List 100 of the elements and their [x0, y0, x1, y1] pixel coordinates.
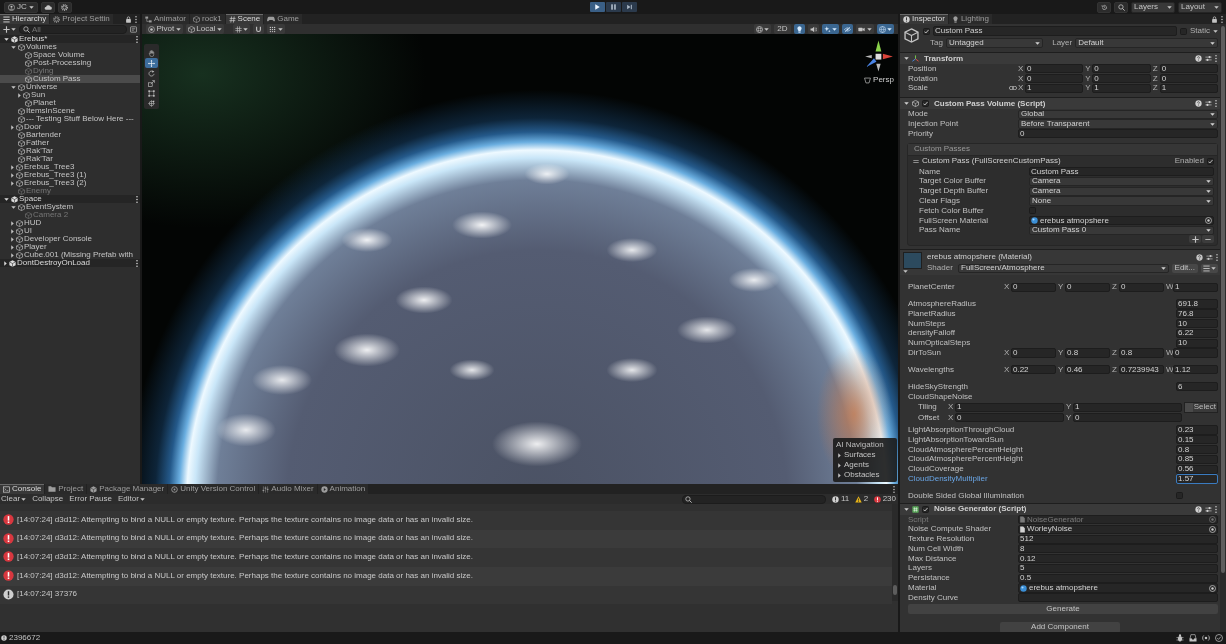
log-entry[interactable]: [14:07:24] d3d12: Attempting to bind a NULL or empty texture. Perhaps the texture contains no image data or has an invalid size. — [0, 511, 892, 530]
settings-button[interactable] — [57, 1, 72, 13]
tree-item[interactable]: Sun — [0, 91, 140, 99]
value-field[interactable]: 0 — [1065, 282, 1110, 292]
tree-item[interactable]: Planet — [0, 99, 140, 107]
tree-item[interactable]: ItemsInScene — [0, 107, 140, 115]
audio-toggle[interactable] — [807, 24, 819, 34]
value-field[interactable]: Custom Pass — [1029, 167, 1214, 177]
panel-tab[interactable]: Animation — [317, 484, 369, 494]
foldout-arrow-icon[interactable] — [11, 220, 14, 226]
scroll-thumb[interactable] — [893, 585, 897, 595]
foldout-arrow-icon[interactable] — [11, 172, 14, 178]
foldout-arrow-icon[interactable] — [11, 124, 14, 130]
lock-icon[interactable] — [1211, 15, 1218, 23]
tree-item[interactable]: Erebus_Tree3 (1) — [0, 171, 140, 179]
tree-item[interactable]: Rak'Tar — [0, 147, 140, 155]
lock-icon[interactable] — [125, 15, 132, 23]
log-entry[interactable]: [14:07:24] d3d12: Attempting to bind a NULL or empty texture. Perhaps the texture contains no image data or has an invalid size. — [0, 548, 892, 568]
editor-dropdown[interactable]: Editor — [117, 495, 145, 503]
foldout-arrow-icon[interactable] — [904, 102, 909, 106]
checkbox[interactable] — [1207, 157, 1214, 165]
tree-item[interactable]: Erebus_Tree3 — [0, 163, 140, 171]
help-icon[interactable] — [1195, 100, 1202, 108]
value-field[interactable]: 0.56 — [1176, 464, 1218, 474]
step-button[interactable] — [621, 2, 637, 12]
foldout-arrow-icon[interactable] — [904, 57, 909, 60]
component-header[interactable]: Custom Pass Volume (Script) — [900, 97, 1220, 110]
filter-icon[interactable] — [130, 26, 137, 33]
foldout-arrow-icon[interactable] — [11, 164, 14, 170]
add-button[interactable] — [1189, 235, 1201, 244]
checkbox[interactable] — [923, 27, 930, 35]
value-field[interactable]: 0 — [1159, 74, 1218, 84]
checkbox[interactable] — [922, 505, 929, 513]
help-icon[interactable] — [1195, 55, 1202, 62]
generate-button[interactable]: Generate — [908, 603, 1218, 614]
tree-item[interactable]: Father — [0, 139, 140, 147]
value-field[interactable]: 0.8 — [1119, 348, 1164, 358]
remove-button[interactable] — [1202, 235, 1214, 244]
panel-tab[interactable]: Console — [0, 484, 45, 494]
help-icon[interactable] — [1195, 505, 1202, 513]
search-button[interactable] — [1114, 1, 1128, 13]
foldout-arrow-icon[interactable] — [11, 85, 16, 89]
value-field[interactable]: 512 — [1018, 534, 1218, 544]
foldout-arrow-icon[interactable] — [4, 37, 9, 41]
bug-icon[interactable] — [1176, 634, 1184, 642]
value-field[interactable]: 0.12 — [1018, 554, 1218, 564]
history-button[interactable] — [1097, 1, 1111, 13]
value-field[interactable]: 0.46 — [1065, 365, 1110, 375]
value-field[interactable]: 0.5 — [1018, 573, 1218, 583]
value-field[interactable]: 0 — [1025, 74, 1084, 84]
object-field[interactable]: erebus atmopshere — [1029, 216, 1214, 226]
foldout-arrow-icon[interactable] — [11, 45, 16, 49]
play-button[interactable] — [589, 2, 605, 12]
panel-tab[interactable]: Unity Version Control — [168, 484, 259, 494]
foldout-arrow-icon[interactable] — [11, 228, 14, 234]
component-header[interactable]: Noise Generator (Script) — [900, 502, 1220, 515]
value-field[interactable]: 1.57 — [1176, 474, 1218, 484]
drag-handle-icon[interactable] — [913, 159, 919, 163]
foldout-arrow-icon[interactable] — [11, 236, 14, 242]
shader-dropdown[interactable]: FullScreen/Atmosphere — [958, 263, 1169, 273]
texture-slot[interactable]: Select — [1184, 401, 1218, 413]
value-field[interactable]: 0 — [1119, 282, 1164, 292]
tree-item[interactable]: Custom Pass — [0, 75, 140, 83]
value-field[interactable]: 0 — [1173, 348, 1218, 358]
value-field[interactable]: 0 — [1025, 64, 1084, 74]
caret-icon[interactable] — [1213, 29, 1218, 33]
value-field[interactable]: 0.23 — [1176, 425, 1218, 435]
tree-item[interactable]: HUD — [0, 219, 140, 227]
account-dropdown[interactable]: JC — [4, 1, 38, 13]
value-field[interactable]: 0.8 — [1176, 444, 1218, 455]
gizmos-dropdown[interactable] — [876, 24, 894, 34]
value-field[interactable]: 6 — [1176, 382, 1218, 392]
foldout-item[interactable]: Surfaces — [836, 450, 894, 460]
select-button[interactable]: Select — [1192, 402, 1217, 412]
panel-tab[interactable]: rock1 — [190, 14, 225, 24]
tree-item[interactable]: Volumes — [0, 43, 140, 51]
search-field[interactable] — [682, 494, 827, 504]
tree-item[interactable]: Universe — [0, 83, 140, 91]
foldout-arrow-icon[interactable] — [903, 270, 908, 274]
panel-tab[interactable]: Hierarchy — [0, 14, 50, 24]
tree-item[interactable]: Erebus_Tree3 (2) — [0, 179, 140, 187]
foldout-arrow-icon[interactable] — [4, 260, 7, 266]
clear-dropdown[interactable]: Clear — [1, 495, 27, 503]
foldout-item[interactable]: Agents — [836, 460, 894, 470]
value-field[interactable]: 1 — [1025, 83, 1084, 94]
orientation-gizmo-icon[interactable] — [864, 39, 894, 73]
tree-item[interactable]: Post-Processing — [0, 59, 140, 67]
effects-dropdown[interactable] — [821, 24, 839, 34]
panel-tab[interactable]: Inspector — [900, 14, 948, 24]
search-field[interactable]: All — [19, 25, 127, 34]
value-field[interactable]: 0 — [1092, 64, 1151, 74]
value-field[interactable]: 0 — [1092, 74, 1151, 84]
scale-tool[interactable] — [145, 78, 158, 88]
network-icon[interactable] — [1202, 634, 1210, 642]
add-component-button[interactable]: Add Component — [1000, 621, 1120, 632]
planet-render-placeholder[interactable] — [142, 34, 898, 484]
error-count-toggle[interactable]: 230 — [874, 495, 896, 503]
grid-dropdown[interactable] — [232, 24, 251, 34]
dropdown[interactable]: Custom Pass 0 — [1029, 225, 1214, 236]
error-pause-toggle[interactable]: Error Pause — [69, 495, 112, 503]
